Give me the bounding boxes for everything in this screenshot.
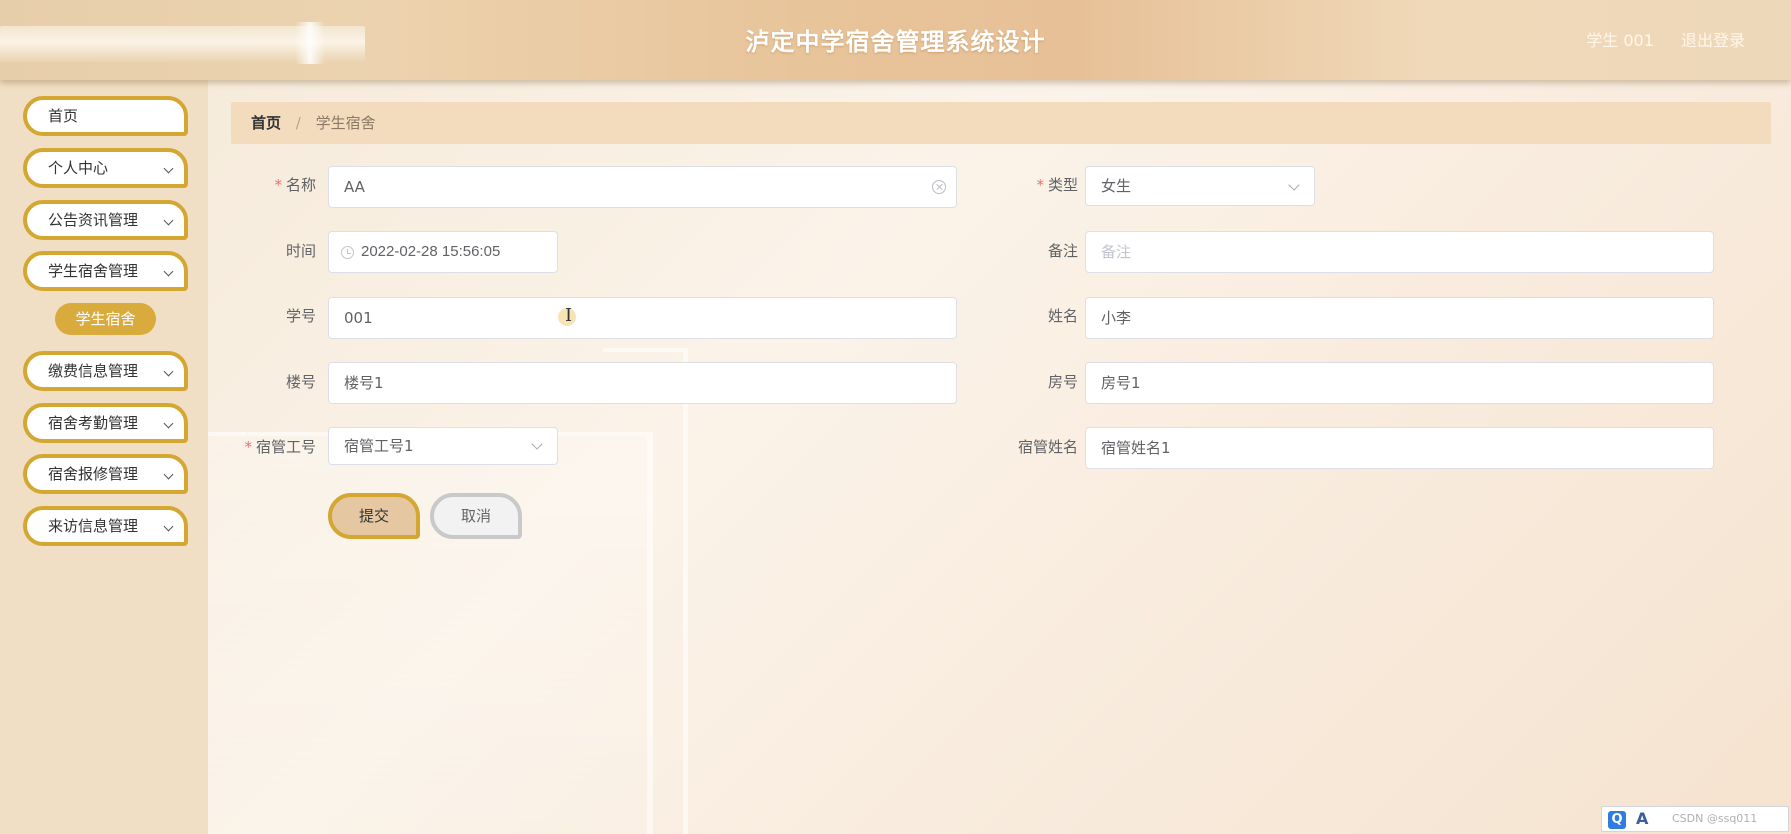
chevron-down-icon <box>163 366 174 377</box>
clock-icon <box>341 246 354 259</box>
sidebar-item-personal-center[interactable]: 个人中心 <box>23 148 188 188</box>
top-header: 泸定中学宿舍管理系统设计 学生 001 退出登录 <box>0 0 1791 80</box>
required-mark: * <box>244 438 252 456</box>
sidebar-item-label: 个人中心 <box>48 159 109 177</box>
submit-button[interactable]: 提交 <box>328 493 420 539</box>
student-name-input[interactable]: 小李 <box>1085 297 1714 339</box>
background-decoration <box>208 432 653 834</box>
sidebar-item-label: 缴费信息管理 <box>48 362 139 380</box>
logout-button[interactable]: 退出登录 <box>1681 31 1745 50</box>
clear-icon[interactable] <box>932 180 946 194</box>
room-no-label: 房号 <box>1047 373 1078 391</box>
sidebar-item-announcements[interactable]: 公告资讯管理 <box>23 200 188 240</box>
ime-logo-icon[interactable]: Q <box>1608 811 1626 829</box>
chevron-down-icon <box>163 418 174 429</box>
student-name-label: 姓名 <box>1047 307 1078 325</box>
building-no-label: 楼号 <box>285 373 316 391</box>
sidebar-item-label: 学生宿舍管理 <box>48 262 139 280</box>
manager-name-input[interactable]: 宿管姓名1 <box>1085 427 1714 469</box>
chevron-down-icon <box>531 438 543 450</box>
sidebar-item-payments[interactable]: 缴费信息管理 <box>23 351 188 391</box>
sidebar-item-label: 宿舍考勤管理 <box>48 414 139 432</box>
sidebar-item-label: 宿舍报修管理 <box>48 465 139 483</box>
time-picker[interactable]: 2022-02-28 15:56:05 <box>328 231 558 273</box>
cancel-button[interactable]: 取消 <box>430 493 522 539</box>
type-select[interactable]: 女生 <box>1085 166 1315 206</box>
sidebar-item-repairs[interactable]: 宿舍报修管理 <box>23 454 188 494</box>
ime-mode-icon[interactable]: A <box>1636 809 1648 828</box>
building-no-input[interactable]: 楼号1 <box>328 362 957 404</box>
text-cursor-icon: I <box>565 305 573 326</box>
breadcrumb-home[interactable]: 首页 <box>251 114 281 132</box>
chevron-down-icon <box>163 266 174 277</box>
manager-id-label: * 宿管工号 <box>244 438 316 456</box>
sidebar-item-label: 来访信息管理 <box>48 517 139 535</box>
time-label: 时间 <box>285 242 316 260</box>
user-area: 学生 001 退出登录 <box>1564 27 1745 51</box>
remark-input[interactable]: 备注 <box>1085 231 1714 273</box>
watermark-text: CSDN @ssq011 <box>1672 812 1758 825</box>
manager-name-label: 宿管姓名 <box>1017 438 1078 456</box>
student-no-label: 学号 <box>285 307 316 325</box>
chevron-down-icon <box>163 215 174 226</box>
student-no-input[interactable]: 001 <box>328 297 957 339</box>
sidebar-item-home[interactable]: 首页 <box>23 96 188 136</box>
breadcrumb: 首页 / 学生宿舍 <box>231 102 1771 144</box>
sidebar-subitem-student-dormitory[interactable]: 学生宿舍 <box>55 303 156 335</box>
remark-label: 备注 <box>1047 242 1078 260</box>
sidebar-item-label: 首页 <box>48 107 79 125</box>
current-user-label[interactable]: 学生 001 <box>1586 31 1654 50</box>
sidebar-item-dormitory[interactable]: 学生宿舍管理 <box>23 251 188 291</box>
sidebar-item-label: 公告资讯管理 <box>48 211 139 229</box>
chevron-down-icon <box>163 163 174 174</box>
chevron-down-icon <box>1288 179 1300 191</box>
required-mark: * <box>274 176 282 194</box>
chevron-down-icon <box>163 469 174 480</box>
required-mark: * <box>1036 176 1044 194</box>
breadcrumb-current: 学生宿舍 <box>315 114 376 132</box>
main-content: 首页 / 学生宿舍 * 名称 AA * 类型 女生 时间 2022-02-28 15… <box>208 80 1791 834</box>
name-label: * 名称 <box>274 176 316 194</box>
background-decoration <box>603 348 688 834</box>
name-input[interactable]: AA <box>328 166 957 208</box>
room-no-input[interactable]: 房号1 <box>1085 362 1714 404</box>
sidebar-item-attendance[interactable]: 宿舍考勤管理 <box>23 403 188 443</box>
type-label: * 类型 <box>1036 176 1078 194</box>
manager-id-select[interactable]: 宿管工号1 <box>328 427 558 465</box>
chevron-down-icon <box>163 521 174 532</box>
ime-toolbar[interactable]: Q A CSDN @ssq011 <box>1601 806 1789 832</box>
app-title: 泸定中学宿舍管理系统设计 <box>745 27 1046 56</box>
sidebar: 首页 个人中心 公告资讯管理 学生宿舍管理 学生宿舍 缴费信息管理 宿舍考勤管理… <box>0 80 208 834</box>
breadcrumb-separator: / <box>295 114 301 132</box>
sidebar-item-visitors[interactable]: 来访信息管理 <box>23 506 188 546</box>
